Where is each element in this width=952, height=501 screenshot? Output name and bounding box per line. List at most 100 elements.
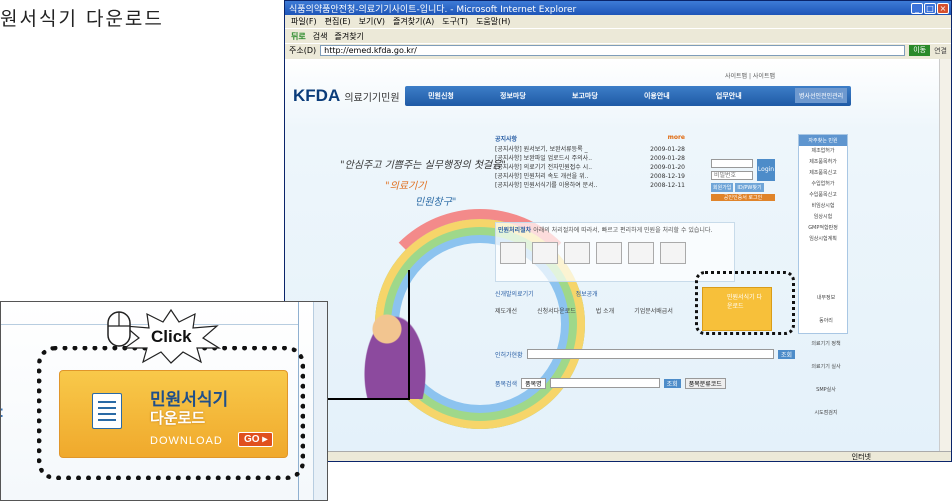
quick-menu-item[interactable]: 제조품목신고	[799, 168, 847, 179]
site-logo[interactable]: KFDA 의료기기민원	[293, 86, 400, 106]
step-icon[interactable]	[660, 242, 686, 264]
status-zone: 인터넷	[851, 453, 871, 461]
scrollbar[interactable]	[939, 59, 951, 451]
section-title-disclosure: 정보공개	[575, 291, 598, 298]
search-button[interactable]: 검색	[313, 31, 328, 42]
zoom-callout: : 민원서식기 다운로드 DOWNLOAD GO ▸ Click	[0, 301, 328, 501]
address-label: 주소(D)	[289, 46, 317, 55]
window-title: 식품의약품안전청-의료기기사이트-입니다. - Microsoft Intern…	[289, 4, 577, 15]
item-search: 품목검색 품목명 조회 품목분류코드	[495, 377, 795, 389]
quick-menu-item[interactable]: GMP적합판정	[799, 223, 847, 234]
address-bar: 주소(D) http://emed.kfda.go.kr/ 이동 연결	[285, 43, 951, 57]
menu-help[interactable]: 도움말(H)	[476, 16, 510, 27]
menu-favorites[interactable]: 즐겨찾기(A)	[393, 16, 434, 27]
notice-row[interactable]: [공지사항] 원서보기, 보완서류등록 _ 2009-01-28	[495, 145, 685, 154]
nav-item-report[interactable]: 보고마당	[572, 91, 598, 101]
quick-menu-item[interactable]: 수입업허가	[799, 179, 847, 190]
info-link[interactable]: 신청서다운로드	[537, 306, 576, 315]
license-search-label: 인허가현황	[495, 351, 523, 359]
slogan-line2: "의료기기	[385, 181, 427, 192]
item-search-select[interactable]: 품목명	[521, 377, 546, 389]
password-input[interactable]	[711, 171, 753, 180]
title-bar: 식품의약품안전청-의료기기사이트-입니다. - Microsoft Intern…	[285, 1, 951, 15]
close-button[interactable]: ×	[937, 2, 949, 14]
license-search: 인허가현황 조회	[495, 348, 795, 360]
info-link[interactable]: 제도개선	[495, 306, 517, 315]
notice-row[interactable]: [공지사항] 민원처리 속도 개선을 위.. 2008-12-19	[495, 172, 685, 181]
side-icon-link[interactable]: 시도점검지	[803, 409, 849, 429]
minimize-button[interactable]: _	[911, 2, 923, 14]
notice-row[interactable]: [공지사항] 의료기기 전자민원접수 시.. 2009-01-20	[495, 163, 685, 172]
menu-view[interactable]: 보기(V)	[359, 16, 385, 27]
toolbar: 뒤로 검색 즐겨찾기	[285, 28, 951, 43]
side-icon-link[interactable]: SMP실사	[803, 386, 849, 406]
slogan-line1: "안심주고 기쁨주는 실무행정의 첫걸음"	[340, 160, 506, 171]
quick-menu-item[interactable]: 수입품목신고	[799, 190, 847, 201]
side-marker: :	[1, 402, 4, 421]
quick-menu-item[interactable]: 비임상시험	[799, 201, 847, 212]
quick-menu-item[interactable]: 임상시험	[799, 212, 847, 223]
page-heading: 원서식기 다운로드	[0, 8, 164, 30]
step-icon[interactable]	[500, 242, 526, 264]
section-title-newdev: 신개발의료기기	[495, 291, 534, 298]
step-icon[interactable]	[628, 242, 654, 264]
quick-menu-item[interactable]: 제조업허가	[799, 146, 847, 157]
address-input[interactable]: http://emed.kfda.go.kr/	[320, 45, 906, 56]
girl-illustration	[355, 299, 435, 399]
item-code-button[interactable]: 품목분류코드	[684, 377, 726, 389]
quick-menu-item[interactable]: 제조품목허가	[799, 157, 847, 168]
quick-menu-item[interactable]: 임상시험계획	[799, 234, 847, 245]
side-icon-link[interactable]: 동아리	[803, 317, 849, 337]
step-icon[interactable]	[564, 242, 590, 264]
connector-line-vertical	[408, 270, 410, 400]
id-input[interactable]	[711, 159, 753, 168]
step-icon[interactable]	[532, 242, 558, 264]
license-search-input[interactable]	[526, 349, 774, 359]
process-title: 민원처리절차	[498, 227, 532, 234]
side-icon-link[interactable]: 의료기기 실사	[803, 363, 849, 383]
favorites-button[interactable]: 즐겨찾기	[334, 31, 363, 42]
mouse-cursor-icon	[107, 311, 131, 347]
back-button[interactable]: 뒤로	[291, 31, 306, 42]
nav-item-apply[interactable]: 민원신청	[428, 91, 454, 101]
website-content: 사이트맵 | 사이트맵 KFDA 의료기기민원 민원신청 정보마당 보고마당 이…	[285, 59, 951, 451]
util-links[interactable]: 사이트맵 | 사이트맵	[725, 71, 775, 80]
login-button[interactable]: Login	[757, 159, 775, 181]
nav-item-extra[interactable]: 병사선인전인관리	[795, 88, 848, 103]
info-section: 신개발의료기기 정보공개 제도개선 신청서다운로드 법 소개 기업문서배급서	[495, 289, 685, 339]
find-idpw-button[interactable]: ID/PW찾기	[735, 183, 764, 192]
license-search-button[interactable]: 조회	[777, 349, 795, 359]
item-search-button[interactable]: 조회	[663, 378, 681, 388]
info-link[interactable]: 기업문서배급서	[634, 306, 673, 315]
quick-menu-title: 자주찾는 민원	[799, 135, 847, 146]
info-link[interactable]: 법 소개	[596, 306, 614, 315]
click-label: Click	[151, 327, 192, 346]
login-box: Login 회원가입ID/PW찾기 공인인증서 로그인	[711, 159, 775, 219]
nav-item-work[interactable]: 업무안내	[716, 91, 742, 101]
join-button[interactable]: 회원가입	[711, 183, 734, 192]
nav-item-info[interactable]: 정보마당	[500, 91, 526, 101]
notice-row[interactable]: [공지사항] 민원서식기를 이용하여 문서.. 2008-12-11	[495, 181, 685, 190]
step-icon[interactable]	[596, 242, 622, 264]
highlight-ring-small	[695, 271, 795, 335]
item-search-label: 품목검색	[495, 380, 518, 388]
item-search-input[interactable]	[549, 378, 660, 388]
main-nav: 민원신청 정보마당 보고마당 이용안내 업무안내	[405, 86, 851, 106]
side-icon-link[interactable]: 의료기기 정책	[803, 340, 849, 360]
menu-file[interactable]: 파일(F)	[291, 16, 317, 27]
menu-edit[interactable]: 편집(E)	[325, 16, 351, 27]
nav-item-guide[interactable]: 이용안내	[644, 91, 670, 101]
side-icon-list: 내부정보 동아리 의료기기 정책 의료기기 실사 SMP실사 시도점검지	[803, 294, 849, 432]
status-bar: 인터넷	[285, 451, 951, 461]
notice-row[interactable]: [공지사항] 보완파일 업로드시 주의사.. 2009-01-28	[495, 154, 685, 163]
more-link[interactable]: more	[668, 134, 685, 143]
notice-board: 공지사항 more [공지사항] 원서보기, 보완서류등록 _ 2009-01-28…	[495, 134, 685, 194]
links-label[interactable]: 연결	[934, 46, 947, 56]
slogan-line3: 민원창구"	[415, 197, 457, 208]
menu-tools[interactable]: 도구(T)	[442, 16, 468, 27]
menu-bar: 파일(F) 편집(E) 보기(V) 즐겨찾기(A) 도구(T) 도움말(H)	[285, 15, 951, 28]
maximize-button[interactable]: □	[924, 2, 936, 14]
side-icon-link[interactable]: 내부정보	[803, 294, 849, 314]
cert-login-button[interactable]: 공인인증서 로그인	[711, 194, 775, 201]
go-button[interactable]: 이동	[909, 45, 931, 56]
